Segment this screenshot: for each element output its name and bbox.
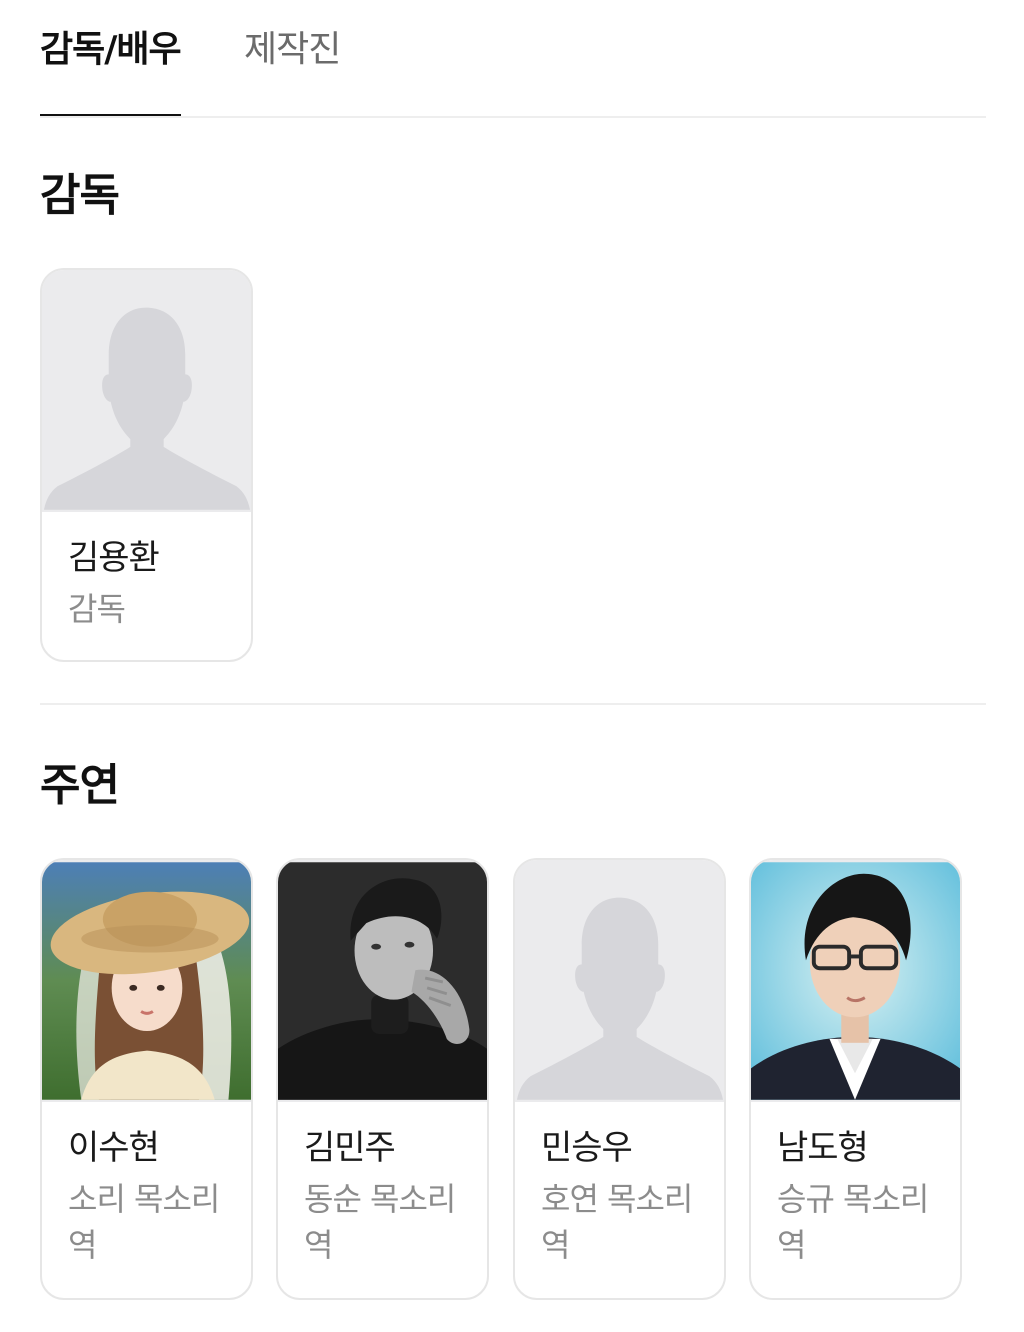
avatar-photo (42, 860, 251, 1102)
person-card-cast-1[interactable]: 이수현 소리 목소리 역 (40, 858, 253, 1300)
avatar-photo (751, 860, 960, 1102)
section-divider (40, 703, 986, 705)
avatar-placeholder (42, 270, 251, 512)
person-name: 남도형 (777, 1128, 869, 1168)
person-name: 김용환 (68, 538, 160, 578)
person-role: 승규 목소리 역 (777, 1180, 929, 1264)
tab-crew[interactable]: 제작진 (244, 28, 341, 72)
person-card-cast-2[interactable]: 김민주 동순 목소리 역 (276, 858, 489, 1300)
person-role: 소리 목소리 역 (68, 1180, 220, 1264)
man-portrait-image (278, 862, 487, 1100)
section-title-main-cast: 주연 (40, 760, 120, 811)
person-card-director[interactable]: 김용환 감독 (40, 268, 253, 662)
person-card-cast-4[interactable]: 남도형 승규 목소리 역 (749, 858, 962, 1300)
man-glasses-portrait-image (751, 862, 960, 1100)
tab-bar: 감독/배우 제작진 (40, 0, 986, 118)
person-card-cast-3[interactable]: 민승우 호연 목소리 역 (513, 858, 726, 1300)
section-title-director: 감독 (40, 170, 120, 221)
woman-portrait-image (42, 862, 251, 1100)
person-role: 호연 목소리 역 (541, 1180, 693, 1264)
person-role: 감독 (68, 590, 126, 628)
avatar-photo (278, 860, 487, 1102)
tab-director-cast[interactable]: 감독/배우 (40, 28, 182, 116)
person-silhouette-icon (42, 272, 251, 510)
person-name: 민승우 (541, 1128, 633, 1168)
avatar-placeholder (515, 860, 724, 1102)
person-name: 이수현 (68, 1128, 160, 1168)
person-silhouette-icon (515, 862, 724, 1100)
person-role: 동순 목소리 역 (304, 1180, 456, 1264)
person-name: 김민주 (304, 1128, 396, 1168)
